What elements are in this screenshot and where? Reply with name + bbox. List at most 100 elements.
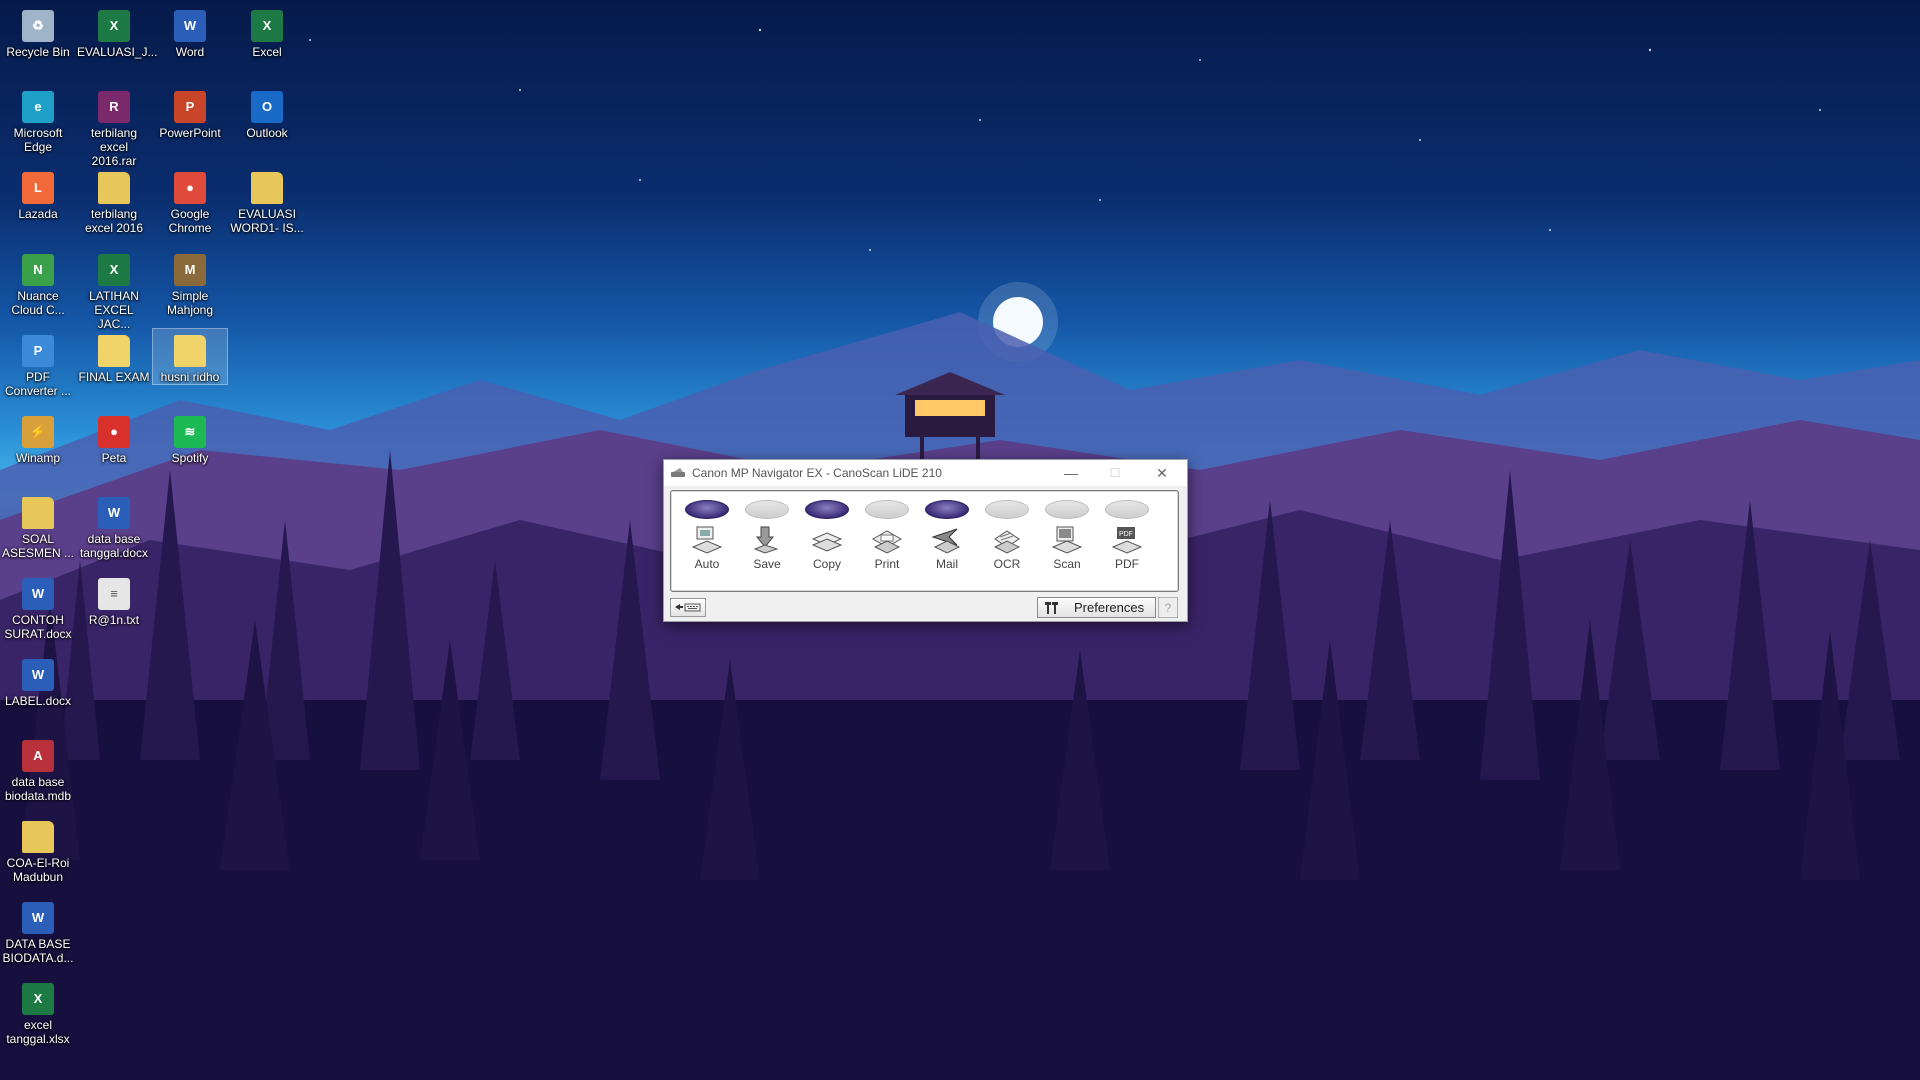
desktop-icon[interactable]: X LATIHAN EXCEL JAC... xyxy=(77,248,151,331)
title-bar[interactable]: Canon MP Navigator EX - CanoScan LiDE 21… xyxy=(664,460,1187,486)
auto-tool-icon xyxy=(691,526,723,554)
folder-icon xyxy=(251,172,283,204)
desktop-icon[interactable]: COA-El-Roi Madubun xyxy=(1,815,75,884)
desktop-icon-label: Excel xyxy=(252,45,282,59)
desktop-icon[interactable]: EVALUASI WORD1- IS... xyxy=(230,166,304,235)
folder-icon xyxy=(22,497,54,529)
desktop-icon[interactable]: M Simple Mahjong xyxy=(153,248,227,317)
tool-indicator xyxy=(865,500,909,519)
tool-label: Scan xyxy=(1053,557,1081,571)
maximize-button[interactable]: ☐ xyxy=(1093,460,1137,486)
tool-indicator xyxy=(805,500,849,519)
chrome-icon: ● xyxy=(174,172,206,204)
folder-icon xyxy=(98,172,130,204)
desktop-icon[interactable]: ⚡ Winamp xyxy=(1,410,75,465)
desktop-icon[interactable]: W DATA BASE BIODATA.d... xyxy=(1,896,75,965)
desktop-icon[interactable]: L Lazada xyxy=(1,166,75,221)
excel-file-icon: X xyxy=(98,10,130,42)
tool-pdf-button[interactable]: PDF PDF xyxy=(1098,497,1156,589)
copy-tool-icon xyxy=(811,532,843,552)
desktop-icon[interactable]: ● Google Chrome xyxy=(153,166,227,235)
desktop-icon[interactable]: FINAL EXAM xyxy=(77,329,151,384)
wrench-icon xyxy=(1045,601,1058,614)
desktop-icon-label: FINAL EXAM xyxy=(78,370,150,384)
desktop-icon[interactable]: W LABEL.docx xyxy=(1,653,75,708)
folder-icon xyxy=(98,335,130,367)
desktop-icon[interactable]: X Excel xyxy=(230,4,304,59)
word-file-icon: W xyxy=(22,902,54,934)
excel-icon: X xyxy=(251,10,283,42)
desktop-icon-label: LATIHAN EXCEL JAC... xyxy=(89,289,139,331)
desktop-icon[interactable]: husni ridho xyxy=(152,328,228,385)
access-file-icon: A xyxy=(22,740,54,772)
preferences-label: Preferences xyxy=(1074,600,1145,615)
desktop-icon-label: EVALUASI_J... xyxy=(77,45,158,59)
desktop-icon[interactable]: ● Peta xyxy=(77,410,151,465)
desktop-icon-label: data base tanggal.docx xyxy=(79,532,149,560)
desktop-icon-label: terbilang excel 2016.rar xyxy=(90,126,138,168)
keyboard-icon xyxy=(675,603,701,612)
print-tool-icon xyxy=(871,530,903,554)
word-file-icon: W xyxy=(22,659,54,691)
save-tool-icon xyxy=(753,526,779,554)
desktop-icon[interactable]: Wdata base tanggal.docx xyxy=(77,491,151,560)
desktop-icon-label: PowerPoint xyxy=(159,126,221,140)
tool-indicator xyxy=(985,500,1029,519)
tool-save-button[interactable]: Save xyxy=(738,497,796,589)
tool-indicator xyxy=(685,500,729,519)
desktop-icon-label: DATA BASE BIODATA.d... xyxy=(2,937,74,965)
desktop-icon[interactable]: e Microsoft Edge xyxy=(1,85,75,154)
desktop-icon[interactable]: ≋ Spotify xyxy=(153,410,227,465)
desktop-icon[interactable]: Adata base biodata.mdb xyxy=(1,734,75,803)
desktop-icon-label: Lazada xyxy=(18,207,58,221)
desktop-icon[interactable]: SOAL ASESMEN ... xyxy=(1,491,75,560)
help-button[interactable]: ? xyxy=(1158,597,1178,618)
lazada-icon: L xyxy=(22,172,54,204)
nuance-icon: N xyxy=(22,254,54,286)
recycle-bin-icon: ♻ xyxy=(22,10,54,42)
desktop-icon[interactable]: W CONTOH SURAT.docx xyxy=(1,572,75,641)
desktop-icon[interactable]: P PowerPoint xyxy=(153,85,227,140)
minimize-button[interactable]: — xyxy=(1049,460,1093,486)
desktop-icon-label: terbilang excel 2016 xyxy=(84,207,144,235)
word-file-icon: W xyxy=(22,578,54,610)
desktop-icon-label: Nuance Cloud C... xyxy=(11,289,65,317)
tool-mail-button[interactable]: Mail xyxy=(918,497,976,589)
pdf-tool-icon: PDF xyxy=(1111,527,1143,554)
folder-icon xyxy=(174,335,206,367)
tool-print-button[interactable]: Print xyxy=(858,497,916,589)
preferences-button[interactable]: Preferences xyxy=(1037,597,1156,618)
desktop-icon[interactable]: Rterbilang excel 2016.rar xyxy=(77,85,151,168)
desktop-icon[interactable]: terbilang excel 2016 xyxy=(77,166,151,235)
desktop-icon-label: Winamp xyxy=(15,451,60,465)
keyboard-toggle-button[interactable] xyxy=(670,598,706,617)
tool-indicator xyxy=(1105,500,1149,519)
spotify-icon: ≋ xyxy=(174,416,206,448)
tool-indicator xyxy=(925,500,969,519)
desktop-icon[interactable]: ♻ Recycle Bin xyxy=(1,4,75,59)
desktop-icon-label: COA-El-Roi Madubun xyxy=(6,856,70,884)
desktop-icon-label: Outlook xyxy=(246,126,288,140)
tool-label: Print xyxy=(874,557,900,571)
desktop-icon[interactable]: X EVALUASI_J... xyxy=(77,4,158,59)
mail-tool-icon xyxy=(931,528,961,554)
winamp-icon: ⚡ xyxy=(22,416,54,448)
tool-ocr-button[interactable]: OCR xyxy=(978,497,1036,589)
tool-copy-button[interactable]: Copy xyxy=(798,497,856,589)
powerpoint-icon: P xyxy=(174,91,206,123)
close-button[interactable]: ✕ xyxy=(1140,460,1184,486)
desktop-icon[interactable]: W Word xyxy=(153,4,227,59)
desktop-icon[interactable]: Xexcel tanggal.xlsx xyxy=(1,977,75,1046)
desktop-icon[interactable]: ≡ R@1n.txt xyxy=(77,572,151,627)
tool-scan-button[interactable]: Scan xyxy=(1038,497,1096,589)
desktop-icon-label: Peta xyxy=(101,451,127,465)
desktop-icon[interactable]: N Nuance Cloud C... xyxy=(1,248,75,317)
tool-indicator xyxy=(1045,500,1089,519)
desktop-icon[interactable]: P PDF Converter ... xyxy=(1,329,75,398)
excel-file-icon: X xyxy=(22,983,54,1015)
text-file-icon: ≡ xyxy=(98,578,130,610)
ocr-tool-icon xyxy=(993,530,1021,554)
desktop-icon[interactable]: O Outlook xyxy=(230,85,304,140)
tool-auto-button[interactable]: Auto xyxy=(678,497,736,589)
desktop-icon-label: PDF Converter ... xyxy=(4,370,72,398)
